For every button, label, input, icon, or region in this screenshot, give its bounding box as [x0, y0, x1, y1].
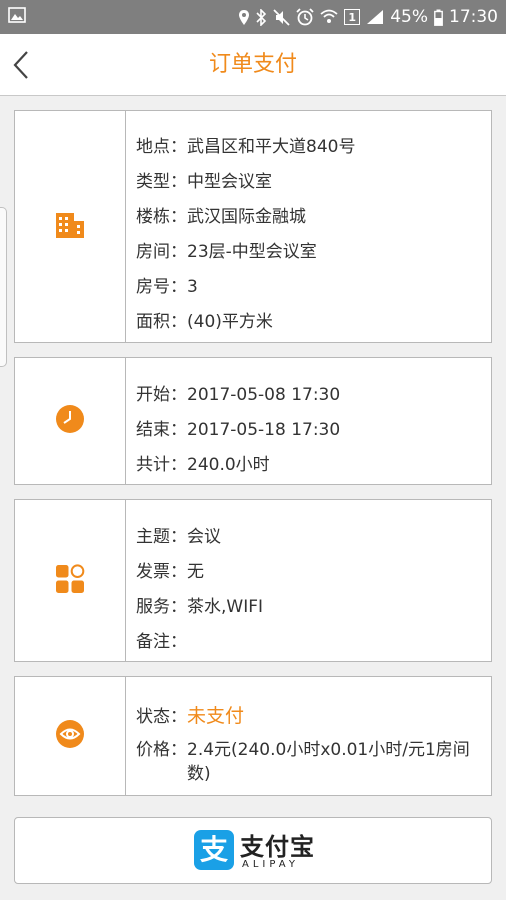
- service-row: 服务：茶水,WIFI: [136, 592, 483, 617]
- alarm-icon: [296, 8, 314, 26]
- room-row: 房间：23层-中型会议室: [136, 237, 483, 262]
- area-value: (40)平方米: [187, 312, 273, 332]
- total-value: 240.0小时: [187, 455, 270, 475]
- address-row: 地点：武昌区和平大道840号: [136, 132, 483, 157]
- service-value: 茶水,WIFI: [187, 597, 264, 617]
- room-value: 23层-中型会议室: [187, 242, 317, 262]
- end-label: 结束：: [136, 420, 187, 440]
- end-value: 2017-05-18 17:30: [187, 420, 341, 440]
- eye-icon: [55, 719, 85, 753]
- location-card-icon-cell: [15, 111, 126, 342]
- payment-status-row: 状态：未支付: [136, 701, 483, 728]
- subject-label: 主题：: [136, 527, 187, 547]
- location-icon: [238, 9, 250, 26]
- location-card: 地点：武昌区和平大道840号 类型：中型会议室 楼栋：武汉国际金融城 房间：23…: [14, 110, 492, 343]
- remarks-row: 备注：: [136, 627, 483, 652]
- payment-status-value: 未支付: [187, 705, 245, 727]
- detail-card: 主题：会议 发票：无 服务：茶水,WIFI 备注：: [14, 499, 492, 662]
- clock-time: 17:30: [449, 7, 498, 27]
- price-value: 2.4元(240.0小时x0.01小时/元1房间数): [187, 740, 470, 784]
- alipay-button[interactable]: 支 支付宝 ALIPAY: [14, 817, 492, 884]
- apps-icon: [55, 563, 85, 598]
- status-card-icon-cell: [15, 677, 126, 795]
- status-card: 状态：未支付 价格： 2.4元(240.0小时x0.01小时/元1房间数): [14, 676, 492, 796]
- area-row: 面积：(40)平方米: [136, 307, 483, 332]
- clock-icon: [55, 404, 85, 438]
- nav-bar: 订单支付: [0, 34, 506, 96]
- price-row: 价格： 2.4元(240.0小时x0.01小时/元1房间数): [136, 738, 483, 786]
- room-label: 房间：: [136, 242, 187, 262]
- price-label: 价格：: [136, 740, 187, 760]
- building-label: 楼栋：: [136, 207, 187, 227]
- alipay-name-en: ALIPAY: [242, 859, 299, 870]
- invoice-row: 发票：无: [136, 557, 483, 582]
- building-row: 楼栋：武汉国际金融城: [136, 202, 483, 227]
- total-label: 共计：: [136, 455, 187, 475]
- time-card-icon-cell: [15, 358, 126, 484]
- alipay-logo-icon: 支: [194, 830, 234, 870]
- type-row: 类型：中型会议室: [136, 167, 483, 192]
- building-icon: [55, 211, 85, 243]
- total-row: 共计：240.0小时: [136, 450, 483, 475]
- type-value: 中型会议室: [187, 172, 272, 192]
- room-number-value: 3: [187, 277, 198, 297]
- mute-icon: [273, 8, 290, 26]
- payment-status-label: 状态：: [136, 707, 187, 727]
- address-value: 武昌区和平大道840号: [187, 137, 356, 157]
- battery-percent: 45%: [390, 7, 428, 27]
- area-label: 面积：: [136, 312, 187, 332]
- signal-icon: [366, 9, 384, 25]
- wifi-icon: [320, 9, 338, 25]
- alipay-name: 支付宝: [240, 833, 315, 861]
- start-row: 开始：2017-05-08 17:30: [136, 380, 483, 405]
- start-label: 开始：: [136, 385, 187, 405]
- type-label: 类型：: [136, 172, 187, 192]
- battery-icon: [434, 9, 443, 26]
- remarks-label: 备注：: [136, 632, 187, 652]
- detail-card-icon-cell: [15, 500, 126, 661]
- room-number-label: 房号：: [136, 277, 187, 297]
- status-bar: 1 45% 17:30: [0, 0, 506, 34]
- subject-row: 主题：会议: [136, 522, 483, 547]
- time-card: 开始：2017-05-08 17:30 结束：2017-05-18 17:30 …: [14, 357, 492, 485]
- building-value: 武汉国际金融城: [187, 207, 306, 227]
- edge-drawer-handle[interactable]: [0, 207, 7, 367]
- room-number-row: 房号：3: [136, 272, 483, 297]
- subject-value: 会议: [187, 527, 221, 547]
- service-label: 服务：: [136, 597, 187, 617]
- invoice-label: 发票：: [136, 562, 187, 582]
- sim-badge: 1: [344, 9, 361, 25]
- page-title: 订单支付: [208, 52, 297, 77]
- address-label: 地点：: [136, 137, 187, 157]
- bluetooth-icon: [256, 8, 267, 26]
- invoice-value: 无: [187, 562, 204, 582]
- start-value: 2017-05-08 17:30: [187, 385, 341, 405]
- end-row: 结束：2017-05-18 17:30: [136, 415, 483, 440]
- gallery-icon: [8, 7, 26, 27]
